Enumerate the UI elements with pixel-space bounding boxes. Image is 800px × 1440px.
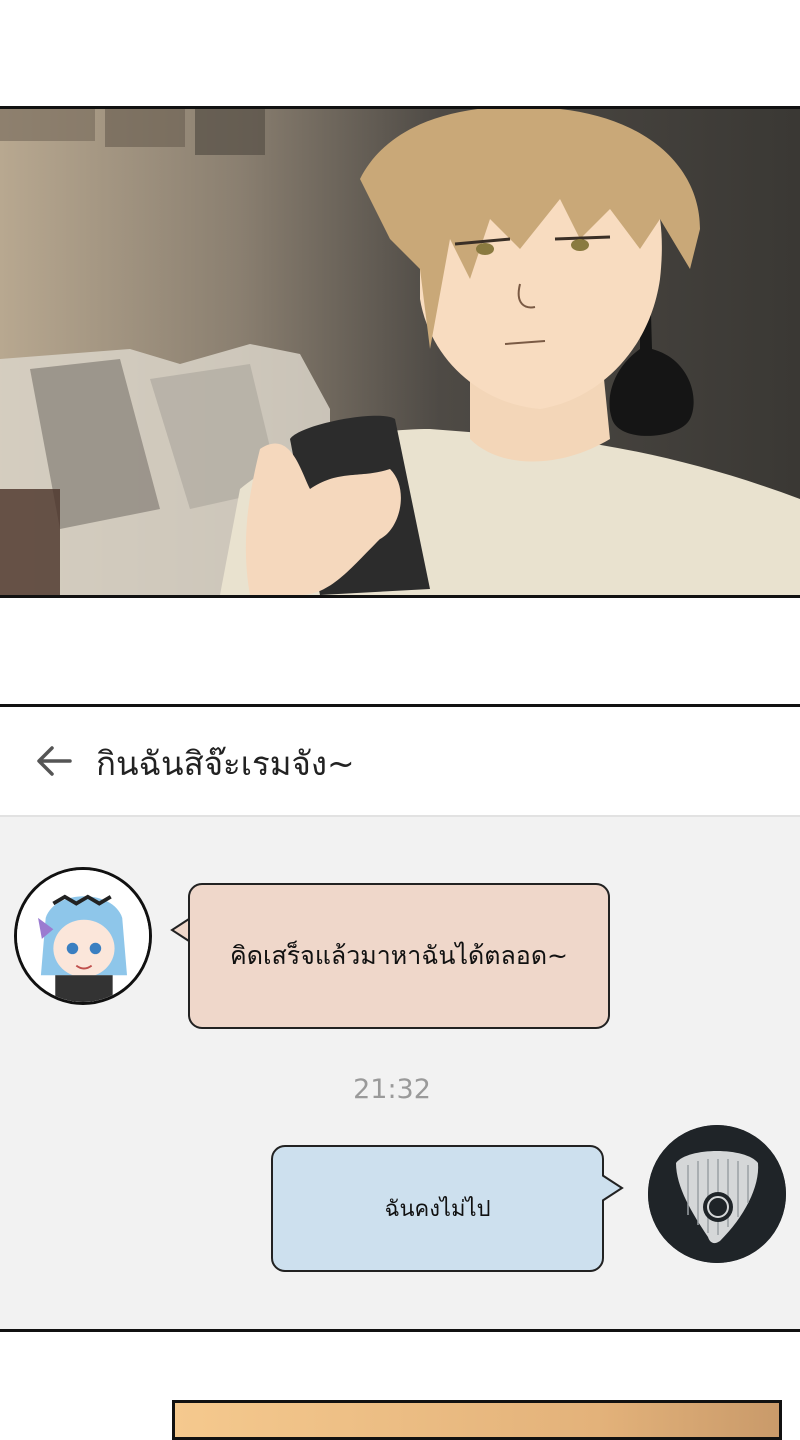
incoming-message-text: คิดเสร็จแล้วมาหาฉันได้ตลอด~ [229, 941, 569, 970]
comic-illustration [0, 109, 800, 595]
incoming-message-bubble[interactable]: คิดเสร็จแล้วมาหาฉันได้ตลอด~ [188, 883, 610, 1029]
chat-title: กินฉันสิจ๊ะเรมจัง~ [96, 744, 355, 783]
comic-panel-top [0, 106, 800, 598]
contact-avatar[interactable] [14, 867, 152, 1005]
message-timestamp: 21:32 [353, 1074, 431, 1105]
comic-panel-bottom [172, 1400, 782, 1440]
outgoing-message-bubble[interactable]: ฉันคงไม่ไป [271, 1145, 604, 1272]
user-avatar[interactable] [648, 1125, 786, 1263]
outgoing-message-text: ฉันคงไม่ไป [384, 1197, 491, 1222]
bubble-tail-right [602, 1174, 624, 1202]
chat-screen: กินฉันสิจ๊ะเรมจัง~ คิดเสร็จแล้วมาหาฉันได… [0, 704, 800, 1332]
chat-header: กินฉันสิจ๊ะเรมจัง~ [0, 707, 800, 817]
arrow-left-icon[interactable] [34, 741, 74, 781]
